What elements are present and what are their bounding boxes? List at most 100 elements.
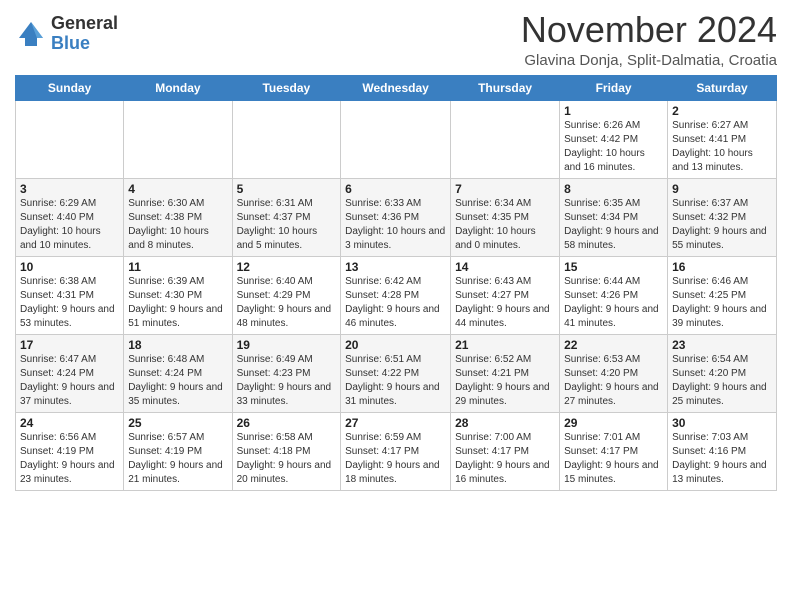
day-info: Sunrise: 6:56 AM Sunset: 4:19 PM Dayligh… [20, 431, 119, 487]
day-info: Sunrise: 6:38 AM Sunset: 4:31 PM Dayligh… [20, 275, 119, 331]
day-number: 17 [20, 338, 119, 352]
calendar-cell: 15Sunrise: 6:44 AM Sunset: 4:26 PM Dayli… [560, 256, 668, 334]
calendar-cell: 12Sunrise: 6:40 AM Sunset: 4:29 PM Dayli… [232, 256, 341, 334]
calendar-cell: 30Sunrise: 7:03 AM Sunset: 4:16 PM Dayli… [668, 412, 777, 490]
day-info: Sunrise: 6:31 AM Sunset: 4:37 PM Dayligh… [237, 197, 337, 253]
day-number: 29 [564, 416, 663, 430]
calendar-cell: 20Sunrise: 6:51 AM Sunset: 4:22 PM Dayli… [341, 334, 451, 412]
day-number: 16 [672, 260, 772, 274]
calendar-cell: 2Sunrise: 6:27 AM Sunset: 4:41 PM Daylig… [668, 100, 777, 178]
calendar-cell [451, 100, 560, 178]
day-number: 7 [455, 182, 555, 196]
day-info: Sunrise: 6:43 AM Sunset: 4:27 PM Dayligh… [455, 275, 555, 331]
day-info: Sunrise: 6:33 AM Sunset: 4:36 PM Dayligh… [345, 197, 446, 253]
calendar-table: Sunday Monday Tuesday Wednesday Thursday… [15, 75, 777, 491]
calendar-cell: 10Sunrise: 6:38 AM Sunset: 4:31 PM Dayli… [16, 256, 124, 334]
day-info: Sunrise: 6:34 AM Sunset: 4:35 PM Dayligh… [455, 197, 555, 253]
day-number: 10 [20, 260, 119, 274]
day-number: 13 [345, 260, 446, 274]
logo-blue: Blue [51, 34, 118, 54]
day-info: Sunrise: 6:52 AM Sunset: 4:21 PM Dayligh… [455, 353, 555, 409]
day-info: Sunrise: 6:29 AM Sunset: 4:40 PM Dayligh… [20, 197, 119, 253]
calendar-cell: 4Sunrise: 6:30 AM Sunset: 4:38 PM Daylig… [124, 178, 232, 256]
logo-general: General [51, 14, 118, 34]
logo: General Blue [15, 14, 118, 54]
month-title: November 2024 [521, 10, 777, 50]
day-info: Sunrise: 6:53 AM Sunset: 4:20 PM Dayligh… [564, 353, 663, 409]
day-info: Sunrise: 6:27 AM Sunset: 4:41 PM Dayligh… [672, 119, 772, 175]
calendar-cell: 8Sunrise: 6:35 AM Sunset: 4:34 PM Daylig… [560, 178, 668, 256]
day-info: Sunrise: 6:58 AM Sunset: 4:18 PM Dayligh… [237, 431, 337, 487]
day-number: 26 [237, 416, 337, 430]
header-monday: Monday [124, 75, 232, 100]
calendar-cell: 17Sunrise: 6:47 AM Sunset: 4:24 PM Dayli… [16, 334, 124, 412]
calendar-cell: 6Sunrise: 6:33 AM Sunset: 4:36 PM Daylig… [341, 178, 451, 256]
day-number: 3 [20, 182, 119, 196]
day-number: 25 [128, 416, 227, 430]
weekday-header-row: Sunday Monday Tuesday Wednesday Thursday… [16, 75, 777, 100]
day-number: 9 [672, 182, 772, 196]
header-sunday: Sunday [16, 75, 124, 100]
calendar-cell: 19Sunrise: 6:49 AM Sunset: 4:23 PM Dayli… [232, 334, 341, 412]
calendar-week-4: 24Sunrise: 6:56 AM Sunset: 4:19 PM Dayli… [16, 412, 777, 490]
calendar-cell: 23Sunrise: 6:54 AM Sunset: 4:20 PM Dayli… [668, 334, 777, 412]
calendar-cell: 16Sunrise: 6:46 AM Sunset: 4:25 PM Dayli… [668, 256, 777, 334]
header-wednesday: Wednesday [341, 75, 451, 100]
calendar-cell: 29Sunrise: 7:01 AM Sunset: 4:17 PM Dayli… [560, 412, 668, 490]
header: General Blue November 2024 Glavina Donja… [15, 10, 777, 69]
day-number: 4 [128, 182, 227, 196]
day-info: Sunrise: 6:48 AM Sunset: 4:24 PM Dayligh… [128, 353, 227, 409]
day-info: Sunrise: 6:57 AM Sunset: 4:19 PM Dayligh… [128, 431, 227, 487]
day-number: 30 [672, 416, 772, 430]
day-info: Sunrise: 6:42 AM Sunset: 4:28 PM Dayligh… [345, 275, 446, 331]
calendar-cell: 22Sunrise: 6:53 AM Sunset: 4:20 PM Dayli… [560, 334, 668, 412]
calendar-cell: 13Sunrise: 6:42 AM Sunset: 4:28 PM Dayli… [341, 256, 451, 334]
day-number: 5 [237, 182, 337, 196]
day-number: 1 [564, 104, 663, 118]
calendar-cell: 1Sunrise: 6:26 AM Sunset: 4:42 PM Daylig… [560, 100, 668, 178]
calendar-cell: 9Sunrise: 6:37 AM Sunset: 4:32 PM Daylig… [668, 178, 777, 256]
page: General Blue November 2024 Glavina Donja… [0, 0, 792, 501]
day-info: Sunrise: 6:37 AM Sunset: 4:32 PM Dayligh… [672, 197, 772, 253]
day-number: 11 [128, 260, 227, 274]
calendar-cell: 14Sunrise: 6:43 AM Sunset: 4:27 PM Dayli… [451, 256, 560, 334]
day-number: 6 [345, 182, 446, 196]
day-number: 27 [345, 416, 446, 430]
day-info: Sunrise: 6:51 AM Sunset: 4:22 PM Dayligh… [345, 353, 446, 409]
day-number: 2 [672, 104, 772, 118]
day-info: Sunrise: 7:01 AM Sunset: 4:17 PM Dayligh… [564, 431, 663, 487]
calendar-cell [16, 100, 124, 178]
day-info: Sunrise: 6:59 AM Sunset: 4:17 PM Dayligh… [345, 431, 446, 487]
header-thursday: Thursday [451, 75, 560, 100]
day-info: Sunrise: 6:40 AM Sunset: 4:29 PM Dayligh… [237, 275, 337, 331]
day-number: 28 [455, 416, 555, 430]
day-info: Sunrise: 6:46 AM Sunset: 4:25 PM Dayligh… [672, 275, 772, 331]
day-info: Sunrise: 7:00 AM Sunset: 4:17 PM Dayligh… [455, 431, 555, 487]
day-number: 14 [455, 260, 555, 274]
calendar-cell [124, 100, 232, 178]
calendar-cell: 11Sunrise: 6:39 AM Sunset: 4:30 PM Dayli… [124, 256, 232, 334]
logo-icon [15, 18, 47, 50]
day-info: Sunrise: 6:30 AM Sunset: 4:38 PM Dayligh… [128, 197, 227, 253]
calendar-cell: 3Sunrise: 6:29 AM Sunset: 4:40 PM Daylig… [16, 178, 124, 256]
day-info: Sunrise: 6:44 AM Sunset: 4:26 PM Dayligh… [564, 275, 663, 331]
day-number: 22 [564, 338, 663, 352]
day-number: 20 [345, 338, 446, 352]
calendar-cell: 28Sunrise: 7:00 AM Sunset: 4:17 PM Dayli… [451, 412, 560, 490]
day-number: 23 [672, 338, 772, 352]
day-info: Sunrise: 6:26 AM Sunset: 4:42 PM Dayligh… [564, 119, 663, 175]
calendar-cell: 25Sunrise: 6:57 AM Sunset: 4:19 PM Dayli… [124, 412, 232, 490]
day-number: 8 [564, 182, 663, 196]
calendar-week-0: 1Sunrise: 6:26 AM Sunset: 4:42 PM Daylig… [16, 100, 777, 178]
day-info: Sunrise: 6:49 AM Sunset: 4:23 PM Dayligh… [237, 353, 337, 409]
calendar-cell: 7Sunrise: 6:34 AM Sunset: 4:35 PM Daylig… [451, 178, 560, 256]
day-number: 24 [20, 416, 119, 430]
calendar-week-2: 10Sunrise: 6:38 AM Sunset: 4:31 PM Dayli… [16, 256, 777, 334]
logo-text: General Blue [51, 14, 118, 54]
location: Glavina Donja, Split-Dalmatia, Croatia [521, 52, 777, 69]
day-info: Sunrise: 6:54 AM Sunset: 4:20 PM Dayligh… [672, 353, 772, 409]
day-info: Sunrise: 6:35 AM Sunset: 4:34 PM Dayligh… [564, 197, 663, 253]
calendar-cell [232, 100, 341, 178]
day-number: 18 [128, 338, 227, 352]
day-number: 12 [237, 260, 337, 274]
